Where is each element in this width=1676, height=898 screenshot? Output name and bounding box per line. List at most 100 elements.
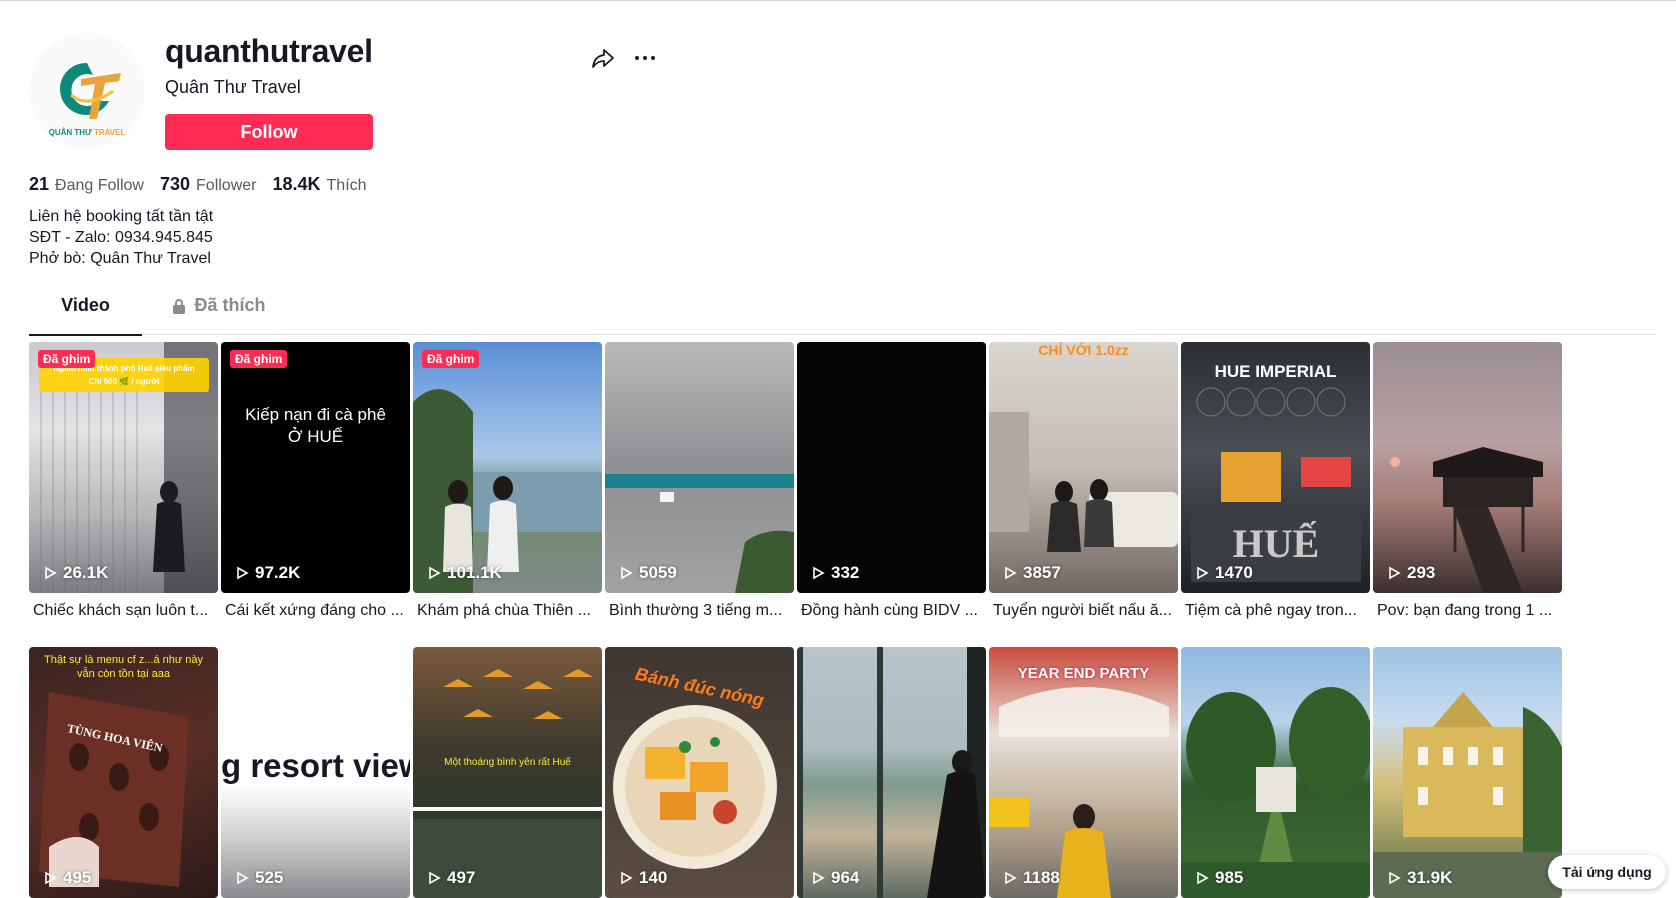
avatar[interactable]: QUÂN THƯ TRAVEL (29, 33, 145, 149)
thumbnail-art (413, 669, 602, 898)
video-caption: Đồng hành cùng BIDV ... (801, 602, 978, 619)
following-label: Đang Follow (55, 177, 144, 194)
thumbnail-art (989, 412, 1178, 552)
view-count: 97.2K (235, 563, 300, 583)
view-count: 1470 (1195, 563, 1253, 583)
profile-bio: Liên hệ booking tất tần tật SĐT - Zalo: … (29, 208, 214, 267)
username: quanthutravel (165, 33, 373, 69)
play-icon (237, 871, 249, 885)
video-caption: Tuyển người biết nấu ă... (993, 602, 1172, 619)
share-button[interactable] (585, 41, 621, 77)
play-icon (1197, 566, 1209, 580)
get-app-button[interactable]: Tải ứng dụng (1548, 855, 1666, 889)
view-count-value: 1188 (1023, 868, 1060, 887)
view-count-value: 495 (63, 868, 92, 887)
play-icon (813, 566, 825, 580)
view-count-value: 293 (1407, 563, 1436, 582)
profile-tabs: Video Đã thích (29, 295, 1656, 336)
follow-button[interactable]: Follow (165, 114, 373, 150)
video-caption: Cái kết xứng đáng cho ... (225, 602, 404, 619)
play-icon (1389, 871, 1401, 885)
video-caption: Tiệm cà phê ngay tron... (1185, 602, 1357, 619)
video-caption: Chiếc khách sạn luôn t... (33, 602, 209, 619)
tab-video-label: Video (61, 295, 110, 315)
svg-text:Chỉ 500 🌿 / người: Chỉ 500 🌿 / người (89, 376, 160, 386)
video-thumbnail: Bánh đúc nóng 140 (605, 647, 794, 898)
play-icon (1005, 566, 1017, 580)
play-icon (1197, 871, 1209, 885)
play-icon (1389, 566, 1401, 580)
view-count: 964 (811, 868, 859, 888)
thumbnail-art (989, 687, 1169, 898)
tab-video[interactable]: Video (29, 295, 142, 336)
video-thumbnail: 964 (797, 647, 986, 898)
view-count-value: 332 (831, 563, 860, 582)
tab-liked-label: Đã thích (194, 295, 266, 315)
followers-stat[interactable]: 730 Follower (160, 174, 257, 195)
video-thumbnail: 985 (1181, 647, 1370, 898)
thumbnail-overlay-text: YEAR END PARTY (1017, 665, 1150, 682)
more-button[interactable] (627, 41, 663, 77)
video-thumbnail: g resort view 525 (221, 647, 410, 898)
video-thumbnail: 293 (1373, 342, 1562, 593)
video-thumbnail: Ngâm nhìn thành phố Huế siêu phẩm Chỉ 50… (29, 342, 218, 593)
top-divider (0, 0, 1676, 1)
brand-logo: QUÂN THƯ TRAVEL (29, 33, 145, 149)
thumbnail-overlay-text: Kiếp nạn đi cà phê Ở HUẾ (245, 405, 386, 446)
view-count-value: 497 (447, 868, 476, 887)
view-count-value: 31.9K (1407, 868, 1453, 887)
video-thumbnail: HUẾ HUE IMPERIAL 1470 (1181, 342, 1370, 593)
view-count-value: 140 (639, 868, 668, 887)
thumbnail-art (1390, 447, 1543, 593)
video-thumbnail: 332 (797, 342, 986, 593)
more-icon (635, 55, 655, 60)
play-icon (237, 566, 249, 580)
play-icon (621, 871, 633, 885)
video-caption: Bình thường 3 tiếng m... (609, 602, 783, 619)
view-count: 1188 (1003, 868, 1060, 888)
view-count: 497 (427, 868, 475, 888)
profile-stats: 21 Đang Follow 730 Follower 18.4K Thích (29, 174, 383, 195)
view-count-value: 26.1K (63, 563, 109, 582)
thumbnail-overlay-text: g resort view (221, 747, 410, 784)
play-icon (1005, 871, 1017, 885)
play-icon (45, 566, 57, 580)
tab-liked[interactable]: Đã thích (169, 295, 269, 335)
view-count: 5059 (619, 563, 677, 583)
pinned-badge: Đã ghim (422, 350, 480, 368)
view-count: 293 (1387, 563, 1435, 583)
followers-label: Follower (196, 177, 257, 194)
lock-icon (173, 299, 186, 314)
view-count: 525 (235, 868, 283, 888)
following-stat[interactable]: 21 Đang Follow (29, 174, 144, 195)
view-count-value: 97.2K (255, 563, 301, 582)
nickname: Quân Thư Travel (165, 77, 301, 97)
view-count: 31.9K (1387, 868, 1452, 888)
view-count-value: 964 (831, 868, 860, 887)
thumbnail-overlay-text: CHỈ VỚI 1.0zz (1038, 342, 1129, 358)
svg-text:QUÂN THƯ TRAVEL: QUÂN THƯ TRAVEL (49, 128, 126, 137)
play-icon (813, 871, 825, 885)
thumbnail-art (605, 474, 794, 593)
view-count: 332 (811, 563, 859, 583)
view-count-value: 525 (255, 868, 284, 887)
svg-text:HUẾ: HUẾ (1233, 521, 1320, 566)
pinned-badge: Đã ghim (230, 350, 288, 368)
video-thumbnail: Đã ghim 101.1K (413, 342, 602, 593)
view-count-value: 101.1K (447, 563, 502, 582)
thumbnail-art: Ngâm nhìn thành phố Huế siêu phẩm Chỉ 50… (39, 342, 218, 593)
thumbnail-art (413, 389, 602, 593)
play-icon (621, 566, 633, 580)
view-count: 26.1K (43, 563, 108, 583)
video-caption: Pov: bạn đang trong 1 ... (1377, 602, 1553, 619)
share-icon (592, 48, 614, 68)
view-count-value: 3857 (1023, 563, 1061, 582)
profile-header: QUÂN THƯ TRAVEL quanthutravel Quân Thư T… (29, 33, 669, 153)
thumbnail-art (797, 647, 986, 898)
play-icon (429, 566, 441, 580)
view-count: 101.1K (427, 563, 502, 583)
play-icon (429, 871, 441, 885)
view-count-value: 1470 (1215, 563, 1253, 582)
view-count: 3857 (1003, 563, 1061, 583)
likes-label: Thích (326, 177, 367, 194)
